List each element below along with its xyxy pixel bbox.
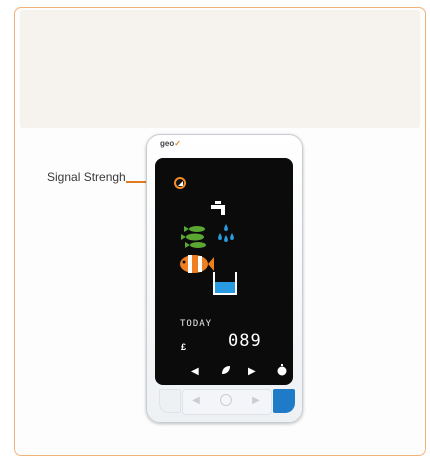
water-drops-icon bbox=[218, 224, 234, 242]
clownfish-icon bbox=[180, 255, 214, 273]
water-tap-icon bbox=[211, 201, 225, 215]
leaf-icon[interactable] bbox=[220, 364, 232, 376]
brand-mark: ✓ bbox=[174, 139, 181, 148]
right-button[interactable]: ▶ bbox=[244, 392, 268, 410]
meter-reading: 089 bbox=[228, 331, 262, 351]
brand-logo: geo✓ bbox=[160, 139, 181, 148]
left-corner-key[interactable] bbox=[159, 389, 181, 413]
day-label: TODAY bbox=[180, 319, 213, 329]
currency-symbol: £ bbox=[181, 342, 187, 352]
left-button[interactable]: ◀ bbox=[184, 392, 208, 410]
water-tank-icon bbox=[213, 272, 237, 295]
center-button[interactable] bbox=[214, 392, 238, 410]
timer-icon[interactable] bbox=[276, 364, 288, 376]
fish-icon bbox=[181, 226, 206, 248]
right-arrow-icon[interactable]: ▶ bbox=[248, 366, 256, 377]
blue-corner-key[interactable] bbox=[273, 389, 295, 413]
signal-strength-label: Signal Strengh bbox=[47, 170, 126, 184]
signal-strength-icon bbox=[174, 177, 186, 189]
left-arrow-icon[interactable]: ◀ bbox=[191, 366, 199, 377]
header-banner bbox=[20, 10, 420, 128]
